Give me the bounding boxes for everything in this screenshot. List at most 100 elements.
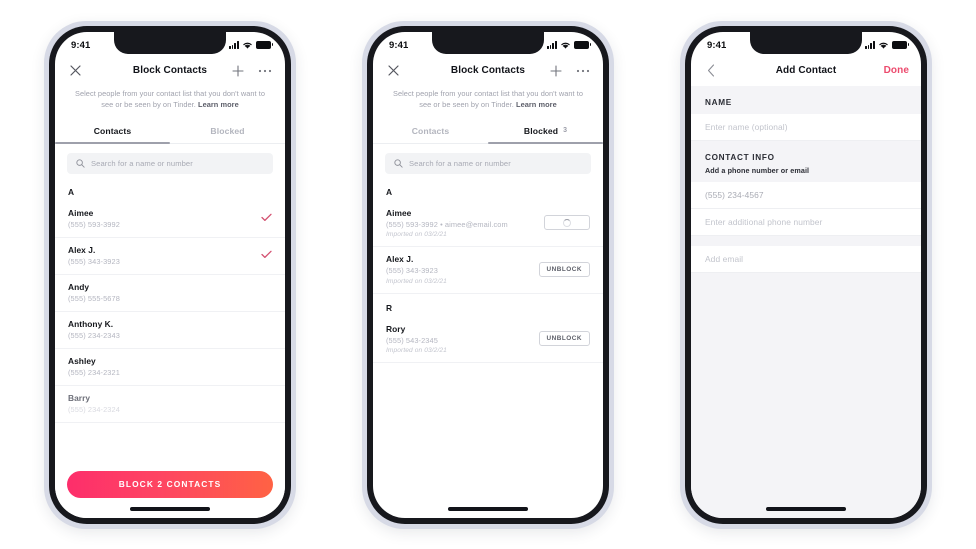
learn-more-link[interactable]: Learn more (516, 100, 557, 109)
imported-date: Imported on 03/2/21 (386, 277, 447, 285)
status-badge: 3 (563, 127, 568, 134)
phone2-tab-underline-track (373, 142, 603, 144)
section-header-a: A (68, 186, 75, 197)
status-icons (864, 41, 909, 50)
phone2-screen: 9:41 Block Contacts Select people from y… (373, 31, 603, 518)
phone2-tabs: Contacts Blocked 3 (373, 119, 603, 143)
search-input[interactable]: Search for a name or number (385, 152, 591, 174)
search-input[interactable]: Search for a name or number (67, 152, 273, 174)
battery-icon (892, 41, 909, 49)
wifi-icon (879, 42, 888, 49)
tab-contacts[interactable]: Contacts (373, 119, 488, 143)
status-clock: 9:41 (71, 39, 91, 51)
status-icons (228, 41, 273, 50)
plus-icon[interactable] (548, 63, 564, 79)
checkmark-icon (261, 246, 272, 264)
status-clock: 9:41 (707, 39, 727, 51)
search-placeholder: Search for a name or number (91, 158, 193, 168)
contact-name: Alex J. (68, 244, 96, 255)
section-header-r: R (386, 302, 393, 313)
name-field[interactable]: Enter name (optional) (691, 113, 921, 141)
phone2-search-wrap: Search for a name or number (373, 144, 603, 178)
phone-bezel: 9:41 Block Contacts Select people from y… (367, 25, 609, 524)
search-icon (76, 158, 85, 168)
battery-icon (256, 41, 273, 49)
unblock-loading-button[interactable] (544, 215, 590, 231)
phone-mockup-2: 9:41 Block Contacts Select people from y… (362, 20, 614, 529)
screenshot-stage: 9:41 Block Contacts Select people from y… (0, 0, 976, 549)
block-contacts-button[interactable]: BLOCK 2 CONTACTS (67, 470, 273, 498)
search-placeholder: Search for a name or number (409, 158, 511, 168)
table-row[interactable]: Andy (555) 555-5678 (55, 275, 285, 312)
unblock-button[interactable]: UNBLOCK (538, 261, 590, 277)
contact-phone: (555) 593-3992 • aimee@email.com (386, 219, 508, 229)
phone1-screen: 9:41 Block Contacts Select people from y… (55, 31, 285, 518)
table-row[interactable]: Alex J. (555) 343-3923 Imported on 03/2/… (373, 247, 603, 294)
search-icon (394, 158, 403, 168)
close-icon[interactable] (385, 63, 401, 79)
table-row[interactable]: Anthony K. (555) 234-2343 (55, 312, 285, 349)
tab-blocked-label: Blocked (523, 125, 559, 136)
close-icon[interactable] (67, 63, 83, 79)
tab-blocked[interactable]: Blocked 3 (488, 119, 603, 143)
tab-active-underline (488, 142, 603, 144)
phone-mockup-3: 9:41 Add Contact Done NAME Enter name (o… (680, 20, 932, 529)
phone-bezel: 9:41 Add Contact Done NAME Enter name (o… (685, 25, 927, 524)
table-row[interactable]: Alex J. (555) 343-3923 (55, 238, 285, 275)
phone2-blocked-list[interactable]: A Aimee (555) 593-3992 • aimee@email.com… (373, 178, 603, 518)
table-row[interactable]: Aimee (555) 593-3992 • aimee@email.com I… (373, 201, 603, 247)
table-row[interactable]: Rory (555) 543-2345 Imported on 03/2/21 … (373, 317, 603, 363)
contact-phone: (555) 234-2324 (68, 404, 120, 414)
table-row[interactable]: Barry (555) 234-2324 (55, 386, 285, 423)
add-contact-form: NAME Enter name (optional) CONTACT INFO … (691, 85, 921, 518)
contact-phone: (555) 543-2345 (386, 335, 438, 345)
plus-icon[interactable] (230, 63, 246, 79)
learn-more-link[interactable]: Learn more (198, 100, 239, 109)
chevron-left-icon[interactable] (703, 63, 719, 79)
contact-phone: (555) 234-2343 (68, 330, 120, 340)
overflow-menu-icon[interactable] (257, 63, 273, 79)
wifi-icon (561, 42, 570, 49)
loading-spinner-icon (563, 218, 571, 227)
phone1-search-wrap: Search for a name or number (55, 144, 285, 178)
unblock-button[interactable]: UNBLOCK (538, 331, 590, 347)
section-header-a: A (386, 186, 393, 197)
contact-name: Aimee (68, 207, 94, 218)
phone-bezel: 9:41 Block Contacts Select people from y… (49, 25, 291, 524)
tab-blocked[interactable]: Blocked (170, 119, 285, 143)
overflow-menu-icon[interactable] (575, 63, 591, 79)
phone3-navbar: Add Contact Done (691, 56, 921, 86)
tab-contacts-label: Contacts (411, 125, 450, 136)
contact-phone: (555) 555-5678 (68, 293, 120, 303)
contact-phone: (555) 593-3992 (68, 219, 120, 229)
contact-name: Rory (386, 323, 406, 334)
phone1-navbar: Block Contacts (55, 56, 285, 86)
additional-phone-field[interactable]: Enter additional phone number (691, 208, 921, 236)
contact-info-section-title: CONTACT INFO (705, 152, 775, 162)
done-button[interactable]: Done (884, 65, 909, 76)
imported-date: Imported on 03/2/21 (386, 347, 447, 354)
home-indicator (448, 506, 528, 511)
phone2-subtitle: Select people from your contact list tha… (373, 86, 603, 119)
home-indicator (130, 506, 210, 511)
contact-name: Aimee (386, 207, 412, 218)
imported-date: Imported on 03/2/21 (386, 231, 447, 238)
phone2-navbar: Block Contacts (373, 56, 603, 86)
table-row[interactable]: Aimee (555) 593-3992 (55, 201, 285, 238)
status-icons (546, 41, 591, 50)
contact-phone: (555) 343-3923 (68, 256, 120, 266)
home-indicator (766, 506, 846, 511)
cellular-bars-icon (864, 41, 875, 49)
tab-active-underline (55, 142, 170, 144)
phone3-screen: 9:41 Add Contact Done NAME Enter name (o… (691, 31, 921, 518)
phone1-contact-list[interactable]: A Aimee (555) 593-3992 Alex J. (555) 343… (55, 178, 285, 518)
name-section-header: NAME (691, 85, 921, 114)
cellular-bars-icon (228, 41, 239, 49)
cellular-bars-icon (546, 41, 557, 49)
phone-mockup-1: 9:41 Block Contacts Select people from y… (44, 20, 296, 529)
phone-number-field[interactable]: (555) 234-4567 (691, 181, 921, 209)
tab-contacts[interactable]: Contacts (55, 119, 170, 143)
table-row[interactable]: Ashley (555) 234-2321 (55, 349, 285, 386)
status-clock: 9:41 (389, 39, 409, 51)
email-field[interactable]: Add email (691, 245, 921, 273)
